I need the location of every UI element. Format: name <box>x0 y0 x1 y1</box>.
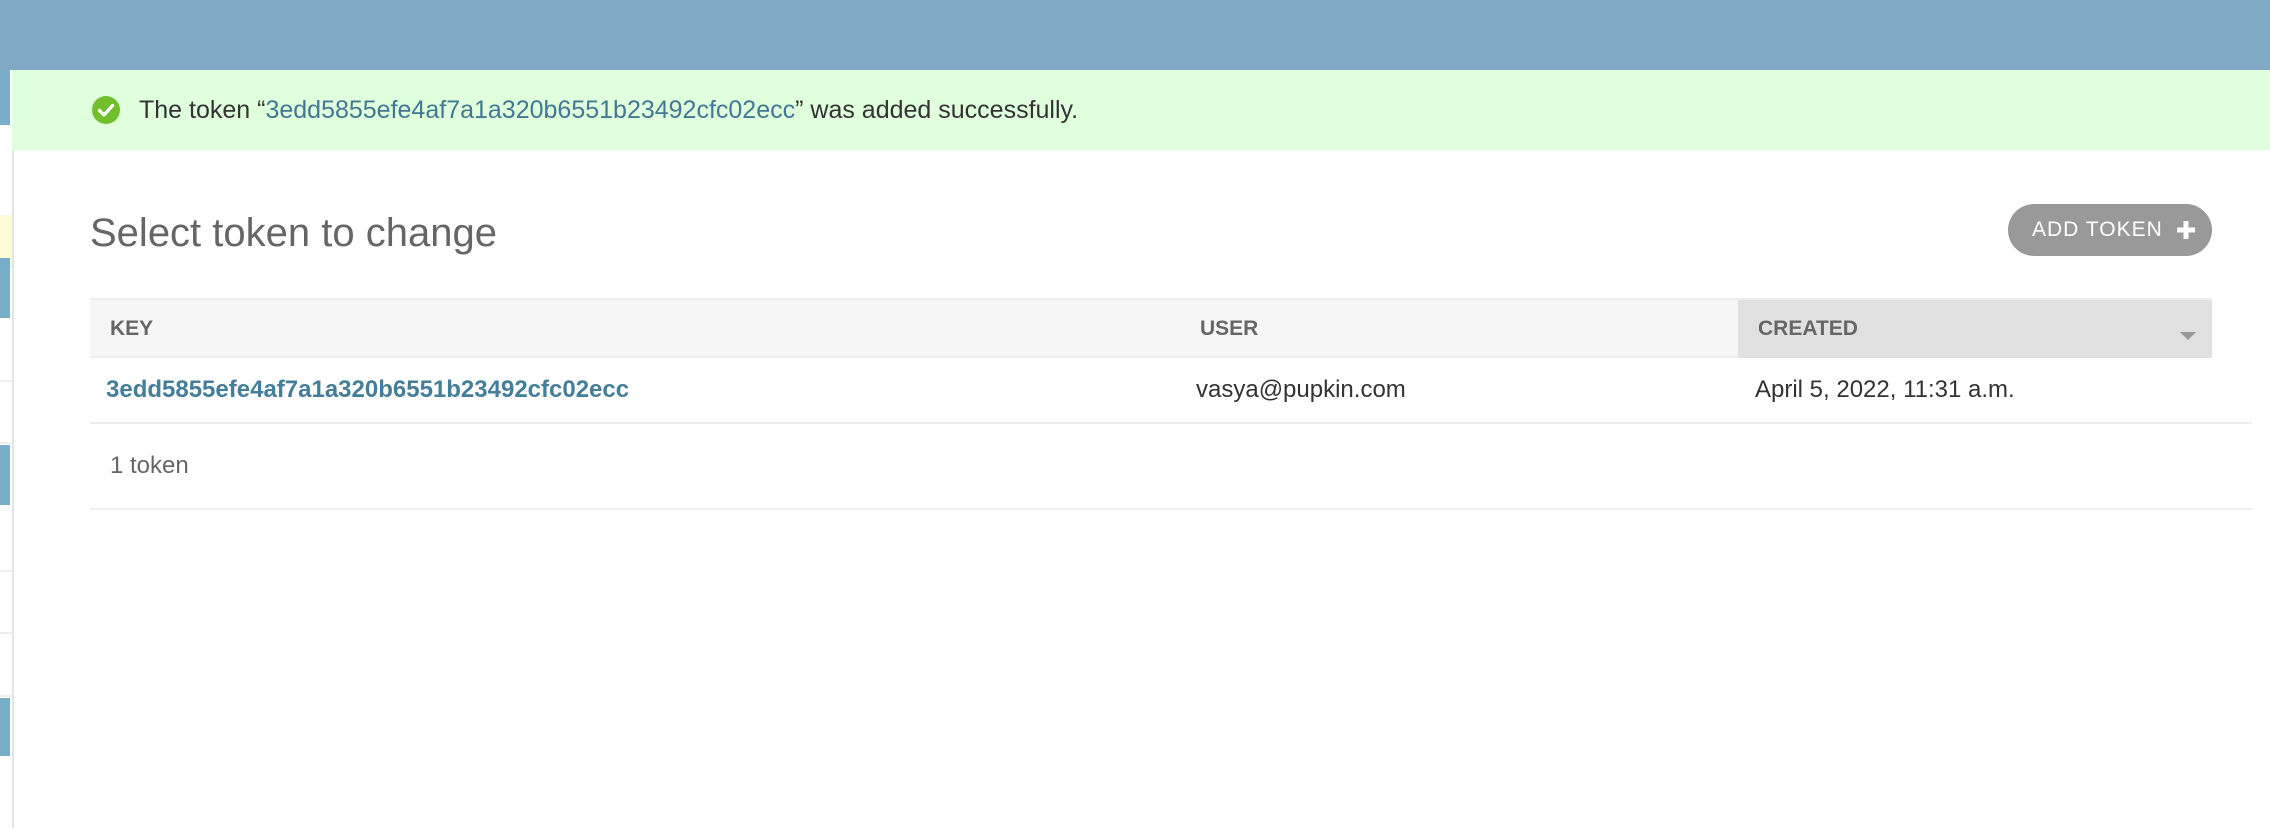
sort-descending-icon[interactable] <box>2180 332 2196 340</box>
header-bar <box>0 0 2270 70</box>
column-header-user[interactable]: USER <box>1180 300 1738 358</box>
admin-page: The token “3edd5855efe4af7a1a320b6551b23… <box>0 0 2270 828</box>
sidebar-divider <box>0 442 12 444</box>
sidebar-divider <box>0 695 12 697</box>
add-token-button[interactable]: ADD TOKEN <box>2008 204 2212 256</box>
cell-created: April 5, 2022, 11:31 a.m. <box>1755 376 2015 403</box>
sidebar-section-header <box>0 258 10 318</box>
page-title: Select token to change <box>90 211 497 255</box>
column-header-created-label: CREATED <box>1758 317 1858 340</box>
sidebar-divider <box>0 570 12 572</box>
check-circle-icon <box>92 96 120 124</box>
cell-key: 3edd5855efe4af7a1a320b6551b23492cfc02ecc <box>106 358 629 422</box>
table-header-row: KEY USER CREATED <box>90 298 2212 358</box>
sidebar-edge[interactable] <box>0 70 14 828</box>
cell-user: vasya@pupkin.com <box>1196 376 1406 403</box>
message-prefix: The token “ <box>139 96 266 124</box>
success-message: The token “3edd5855efe4af7a1a320b6551b23… <box>12 70 2270 150</box>
table-row: 3edd5855efe4af7a1a320b6551b23492cfc02ecc… <box>90 358 2212 424</box>
message-suffix: ” was added successfully. <box>795 96 1079 124</box>
token-key-link[interactable]: 3edd5855efe4af7a1a320b6551b23492cfc02ecc <box>106 376 629 403</box>
success-message-text: The token “3edd5855efe4af7a1a320b6551b23… <box>139 70 1078 150</box>
sidebar-section-header <box>0 698 10 756</box>
add-token-label: ADD TOKEN <box>2032 218 2163 241</box>
sidebar-section-header <box>0 445 10 505</box>
sidebar-divider <box>0 380 12 382</box>
token-link[interactable]: 3edd5855efe4af7a1a320b6551b23492cfc02ecc <box>265 96 795 124</box>
paginator: 1 token <box>90 424 2252 510</box>
column-header-created[interactable]: CREATED <box>1738 300 2212 358</box>
column-header-key[interactable]: KEY <box>90 300 1180 358</box>
plus-icon <box>2177 221 2195 239</box>
sidebar-section-header <box>0 70 10 125</box>
sidebar-divider <box>0 632 12 634</box>
